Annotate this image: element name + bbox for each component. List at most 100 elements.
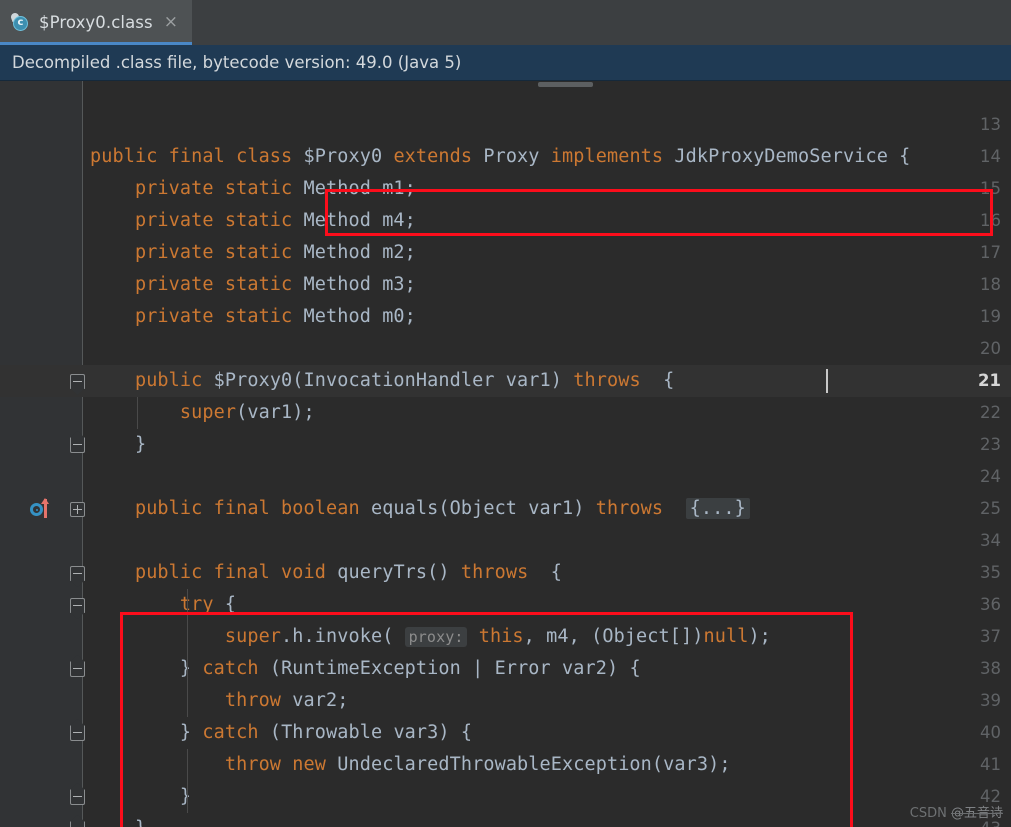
indent-guide <box>137 397 138 429</box>
code-token: queryTrs() <box>337 562 461 583</box>
code-line[interactable]: 36 try { <box>0 589 1011 621</box>
code-line-text: super.h.invoke( proxy: this, m4, (Object… <box>90 621 771 653</box>
code-token: } <box>90 722 203 743</box>
code-token: private static <box>90 210 304 231</box>
fold-collapse-end-icon[interactable] <box>70 815 85 827</box>
code-line[interactable]: 15 private static Method m1; <box>0 173 1011 205</box>
code-line[interactable]: 16 private static Method m4; <box>0 205 1011 237</box>
code-line-text: public final class $Proxy0 extends Proxy… <box>90 141 910 173</box>
code-token: this <box>478 626 524 647</box>
implements-method-marker-icon[interactable] <box>30 498 56 519</box>
fold-collapse-start-icon[interactable] <box>70 598 85 619</box>
line-number: 41 <box>980 755 1001 774</box>
watermark-prefix: CSDN <box>909 806 951 821</box>
idea-editor-window: c $Proxy0.class × Decompiled .class file… <box>0 0 1011 827</box>
line-number: 22 <box>980 403 1001 422</box>
code-token: catch <box>202 658 270 679</box>
code-token: Proxy <box>483 146 551 167</box>
code-line[interactable]: 39 throw var2; <box>0 685 1011 717</box>
code-line[interactable]: 22 super(var1); <box>0 397 1011 429</box>
code-line-text: throw var2; <box>90 685 349 717</box>
line-number: 34 <box>980 531 1001 550</box>
code-token: Method m1; <box>303 178 416 199</box>
code-line[interactable]: 34 <box>0 525 1011 557</box>
close-icon[interactable]: × <box>164 14 178 31</box>
code-line[interactable]: 42 } <box>0 781 1011 813</box>
code-line[interactable]: 25 public final boolean equals(Object va… <box>0 493 1011 525</box>
code-line-text: public final void queryTrs() throws { <box>90 557 562 589</box>
line-number: 38 <box>980 659 1001 678</box>
code-token: proxy: <box>404 627 468 647</box>
line-number: 20 <box>980 339 1001 358</box>
code-token: catch <box>202 722 270 743</box>
code-line-text: private static Method m1; <box>90 173 416 205</box>
code-token: equals(Object var1) <box>370 498 596 519</box>
code-line[interactable]: 13 <box>0 109 1011 141</box>
code-token: implements <box>550 146 675 167</box>
line-number: 40 <box>980 723 1001 742</box>
code-line[interactable]: 21 public $Proxy0(InvocationHandler var1… <box>0 365 1011 397</box>
watermark-handle: @五音诗 <box>950 806 1003 821</box>
editor-tab-proxy0-class[interactable]: c $Proxy0.class × <box>0 0 192 45</box>
code-token: throws <box>595 498 675 519</box>
fold-collapse-end-icon[interactable] <box>70 431 85 453</box>
code-token: public final class <box>90 146 304 167</box>
code-token: Method m4; <box>303 210 416 231</box>
code-line[interactable]: 24 <box>0 461 1011 493</box>
code-token: } <box>90 434 147 455</box>
code-token: null <box>703 626 749 647</box>
line-number: 13 <box>980 115 1001 134</box>
line-number: 21 <box>978 371 1001 390</box>
fold-collapse-end-icon[interactable] <box>70 655 85 677</box>
line-number: 36 <box>980 595 1001 614</box>
code-line[interactable]: 18 private static Method m3; <box>0 269 1011 301</box>
code-token: } <box>90 818 146 827</box>
text-caret <box>826 369 828 393</box>
code-line-text: } catch (Throwable var3) { <box>90 717 472 749</box>
code-line[interactable]: 35 public final void queryTrs() throws { <box>0 557 1011 589</box>
code-line[interactable]: 43 } <box>0 813 1011 827</box>
code-token: throws <box>460 562 540 583</box>
code-line[interactable]: 14 public final class $Proxy0 extends Pro… <box>0 141 1011 173</box>
line-number: 19 <box>980 307 1001 326</box>
fold-collapse-end-icon[interactable] <box>70 719 85 741</box>
code-line[interactable]: 40 } catch (Throwable var3) { <box>0 717 1011 749</box>
code-line-text: private static Method m4; <box>90 205 416 237</box>
code-token: public final boolean <box>90 498 371 519</box>
code-line-text: try { <box>90 589 236 621</box>
fold-expand-icon[interactable] <box>70 502 85 517</box>
code-line[interactable]: 17 private static Method m2; <box>0 237 1011 269</box>
code-line[interactable]: 41 throw new UndeclaredThrowableExceptio… <box>0 749 1011 781</box>
code-token: throws <box>573 370 652 391</box>
code-line-text: } catch (RuntimeException | Error var2) … <box>90 653 641 685</box>
code-line[interactable]: 38 } catch (RuntimeException | Error var… <box>0 653 1011 685</box>
line-number: 18 <box>980 275 1001 294</box>
code-token: Method m0; <box>303 306 416 327</box>
code-line[interactable]: 19 private static Method m0; <box>0 301 1011 333</box>
line-number: 37 <box>980 627 1001 646</box>
line-number: 25 <box>980 499 1001 518</box>
code-token: (var1); <box>236 402 315 423</box>
banner-label: Decompiled .class file, bytecode version… <box>12 53 462 72</box>
indent-guide <box>187 589 188 717</box>
horizontal-scroll-nub[interactable] <box>538 82 593 87</box>
code-token: $Proxy0(InvocationHandler var1) <box>213 370 574 391</box>
fold-collapse-start-icon[interactable] <box>70 374 85 395</box>
code-line[interactable]: 23 } <box>0 429 1011 461</box>
code-line-text: private static Method m0; <box>90 301 416 333</box>
code-token: , m4, (Object[]) <box>523 626 704 647</box>
code-token: { <box>651 370 675 391</box>
editor-tab-bar: c $Proxy0.class × <box>0 0 1011 45</box>
code-line[interactable]: 37 super.h.invoke( proxy: this, m4, (Obj… <box>0 621 1011 653</box>
code-editor[interactable]: 13 14 public final class $Proxy0 extends P… <box>0 81 1011 827</box>
line-number: 14 <box>980 147 1001 166</box>
code-token: Method m3; <box>303 274 416 295</box>
code-line[interactable]: 20 <box>0 333 1011 365</box>
code-token: $Proxy0 <box>303 146 394 167</box>
fold-collapse-end-icon[interactable] <box>70 783 85 805</box>
code-token: { <box>539 562 563 583</box>
code-token: {...} <box>685 498 750 519</box>
fold-collapse-start-icon[interactable] <box>70 566 85 587</box>
code-token: try <box>90 594 225 615</box>
code-token: UndeclaredThrowableException(var3); <box>337 754 731 775</box>
